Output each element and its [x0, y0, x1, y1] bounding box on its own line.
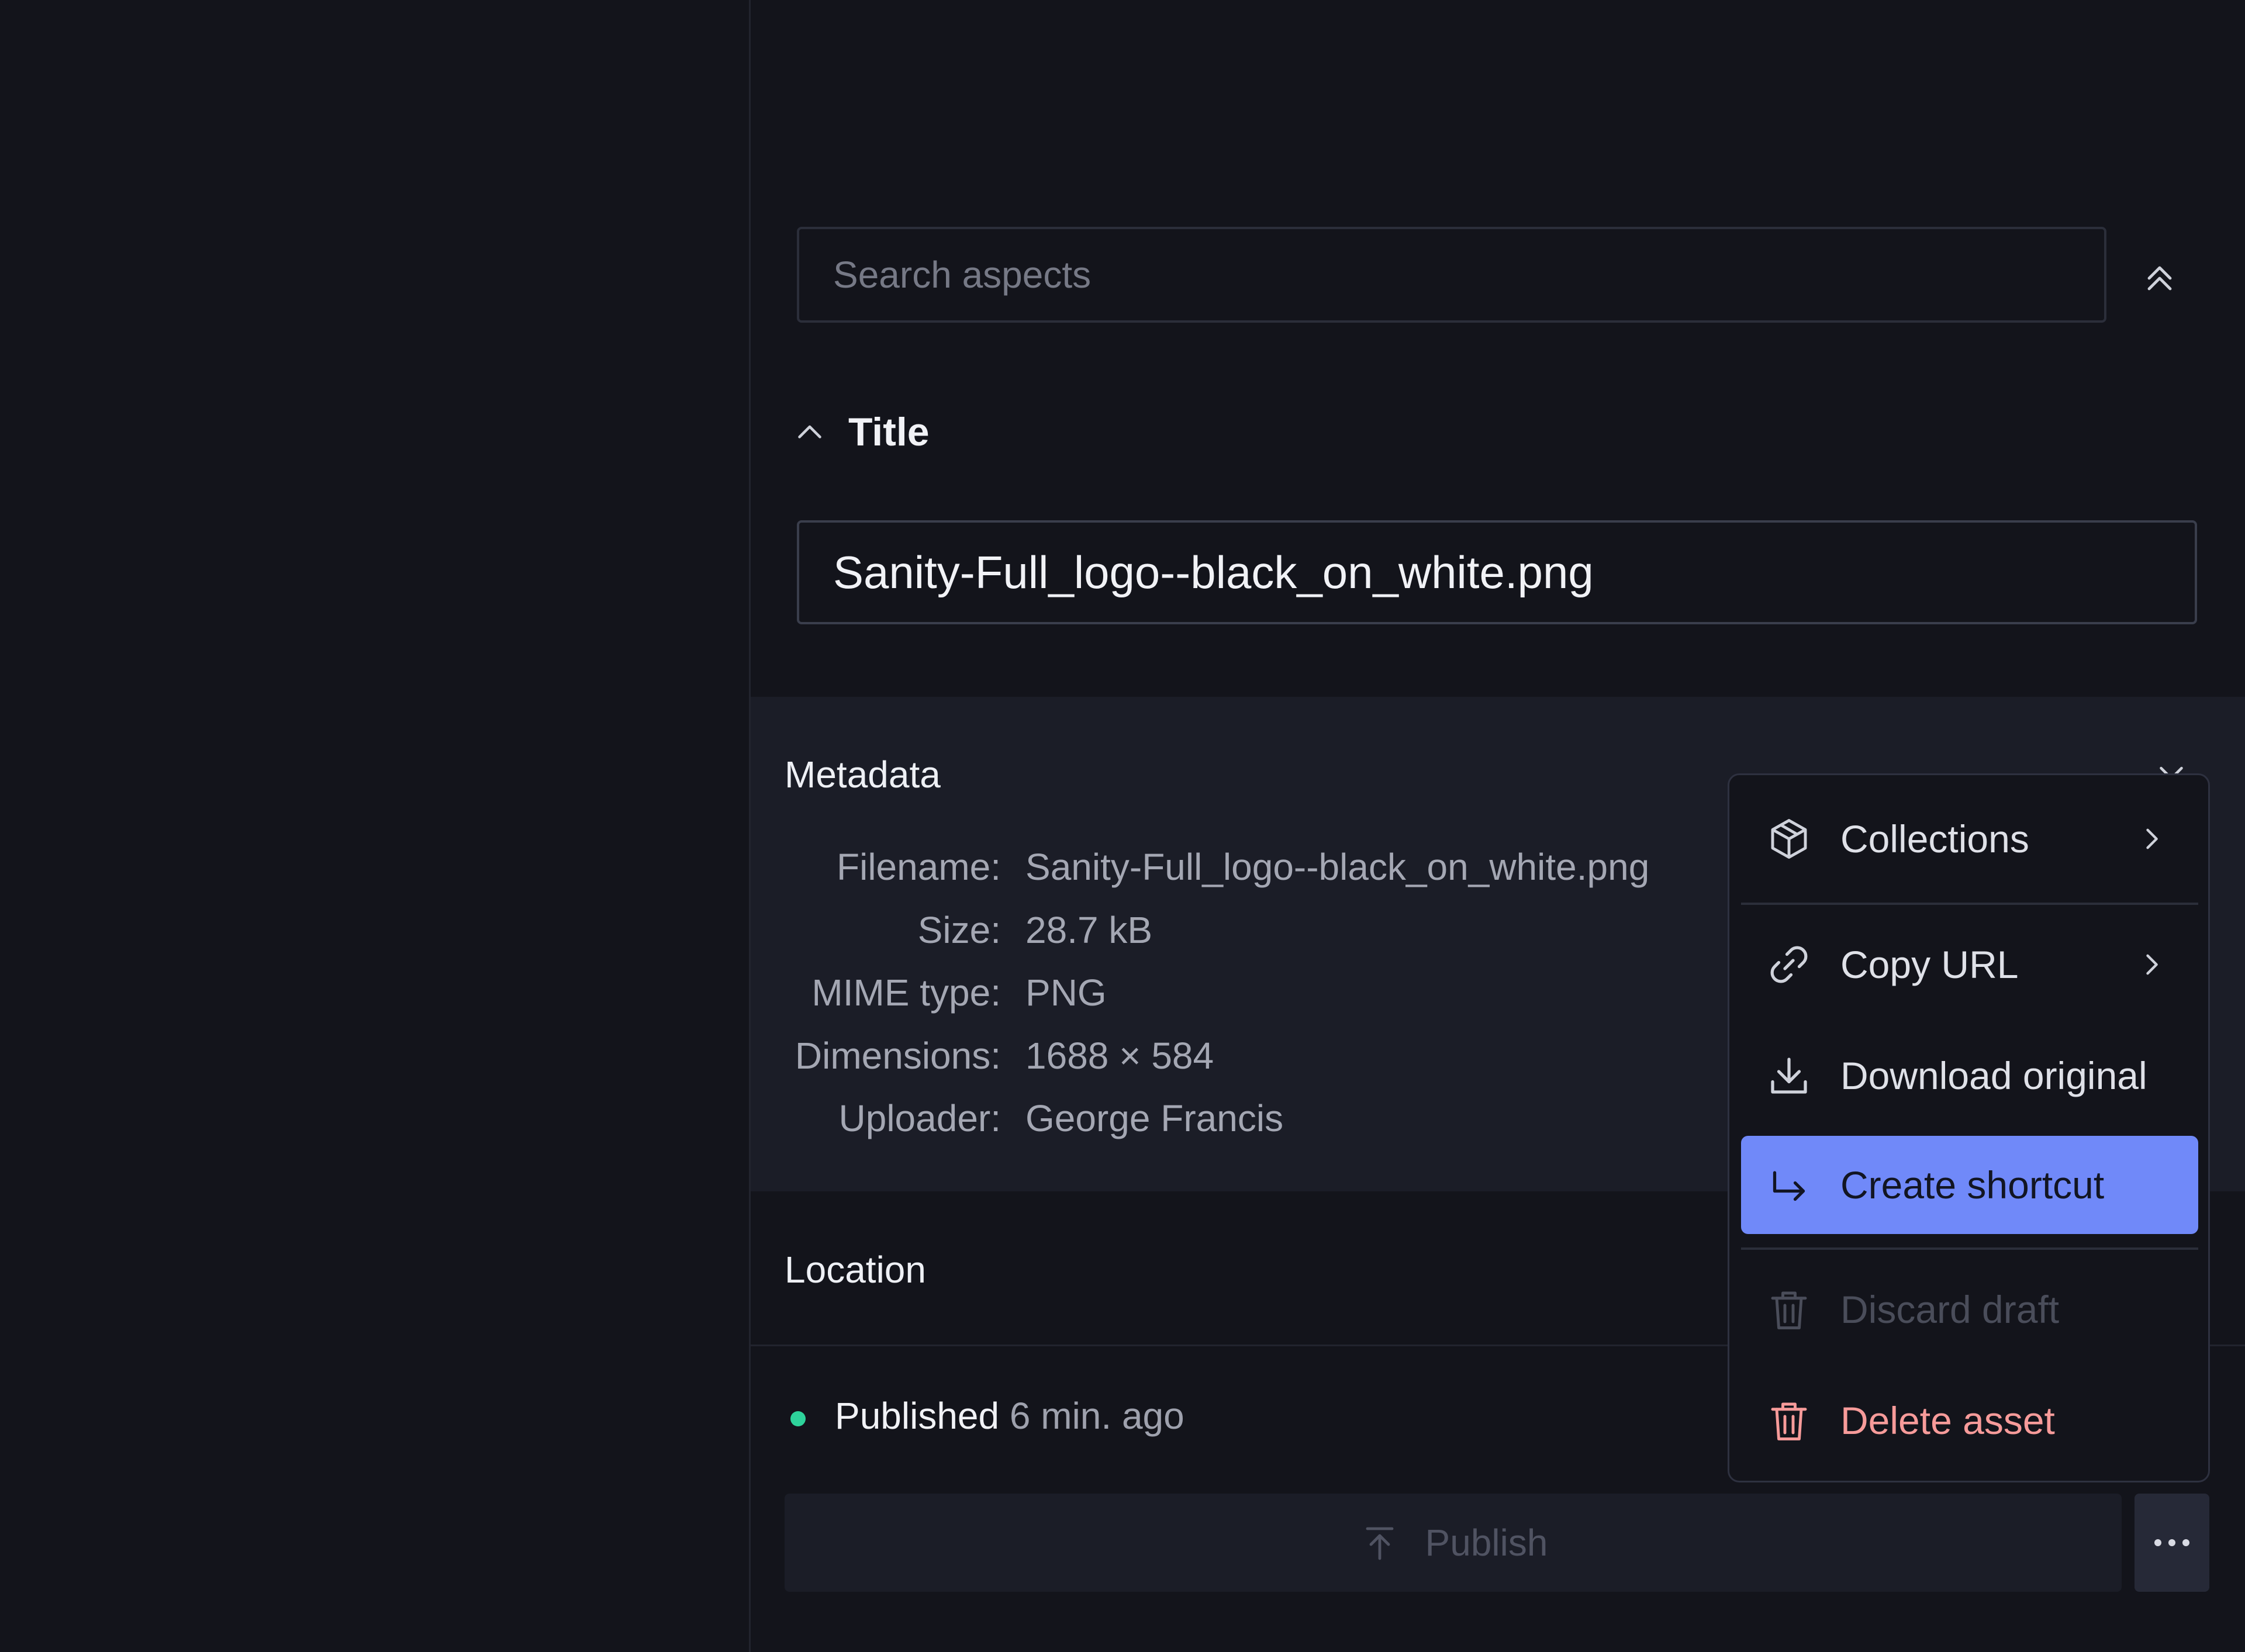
menu-item-copy-url[interactable]: Copy URL [1741, 915, 2198, 1014]
ellipsis-icon [2182, 1539, 2189, 1546]
metadata-key: MIME type: [811, 972, 1001, 1014]
published-status-dot [790, 1411, 806, 1426]
trash-icon [1771, 1291, 1807, 1329]
metadata-key: Filename: [837, 846, 1001, 888]
metadata-value: 1688 × 584 [1025, 1035, 1214, 1077]
menu-separator [1741, 1247, 2198, 1250]
menu-separator [1741, 903, 2198, 905]
ellipsis-icon [2154, 1539, 2161, 1546]
document-list-pane [0, 0, 749, 1652]
metadata-value: Sanity-Full_logo--black_on_white.png [1025, 846, 1650, 888]
chevron-right-icon [2146, 828, 2158, 849]
chevron-up-icon [798, 425, 821, 438]
publish-status: Published 6 min. ago [835, 1394, 1184, 1437]
menu-item-label: Delete asset [1840, 1399, 2055, 1442]
title-section-heading: Title [848, 410, 930, 454]
menu-item-label: Discard draft [1840, 1288, 2060, 1331]
ellipsis-icon [2168, 1539, 2175, 1546]
trash-icon [1771, 1402, 1807, 1440]
publish-icon [1366, 1527, 1393, 1560]
metadata-value: PNG [1025, 972, 1107, 1014]
menu-item-download-original[interactable]: Download original [1741, 1027, 2198, 1125]
status-time: 6 min. ago [1009, 1395, 1184, 1437]
download-icon [1771, 1057, 1807, 1094]
metadata-value: George Francis [1025, 1097, 1284, 1139]
menu-item-collections[interactable]: Collections [1741, 790, 2198, 888]
metadata-key: Size: [917, 909, 1001, 951]
link-icon [1770, 946, 1808, 983]
publish-label: Publish [1425, 1522, 1548, 1564]
title-input[interactable] [797, 520, 2197, 624]
asset-actions-menu: Collections Copy URL Download original C… [1728, 773, 2210, 1482]
menu-item-label: Copy URL [1840, 943, 2019, 986]
menu-item-create-shortcut[interactable]: Create shortcut [1741, 1136, 2198, 1234]
metadata-key: Uploader: [838, 1097, 1001, 1139]
chevron-right-icon [2146, 954, 2158, 975]
arrow-return-icon [1773, 1171, 1805, 1201]
package-icon [1771, 819, 1807, 859]
title-collapse-toggle[interactable] [792, 415, 827, 450]
collapse-all-button[interactable] [2139, 257, 2181, 299]
menu-item-label: Create shortcut [1840, 1163, 2105, 1207]
menu-item-label: Collections [1840, 817, 2029, 860]
metadata-heading: Metadata [785, 754, 941, 796]
metadata-value: 28.7 kB [1025, 909, 1153, 951]
double-chevron-up-icon [2147, 266, 2172, 291]
menu-item-label: Download original [1840, 1054, 2147, 1097]
menu-item-delete-asset[interactable]: Delete asset [1741, 1371, 2198, 1470]
status-label: Published [835, 1395, 1000, 1437]
search-aspects-input[interactable] [797, 227, 2106, 323]
publish-button[interactable]: Publish [785, 1494, 2122, 1592]
metadata-key: Dimensions: [795, 1035, 1001, 1077]
more-actions-button[interactable] [2135, 1494, 2209, 1592]
menu-item-discard-draft[interactable]: Discard draft [1741, 1260, 2198, 1359]
location-heading: Location [785, 1249, 926, 1291]
